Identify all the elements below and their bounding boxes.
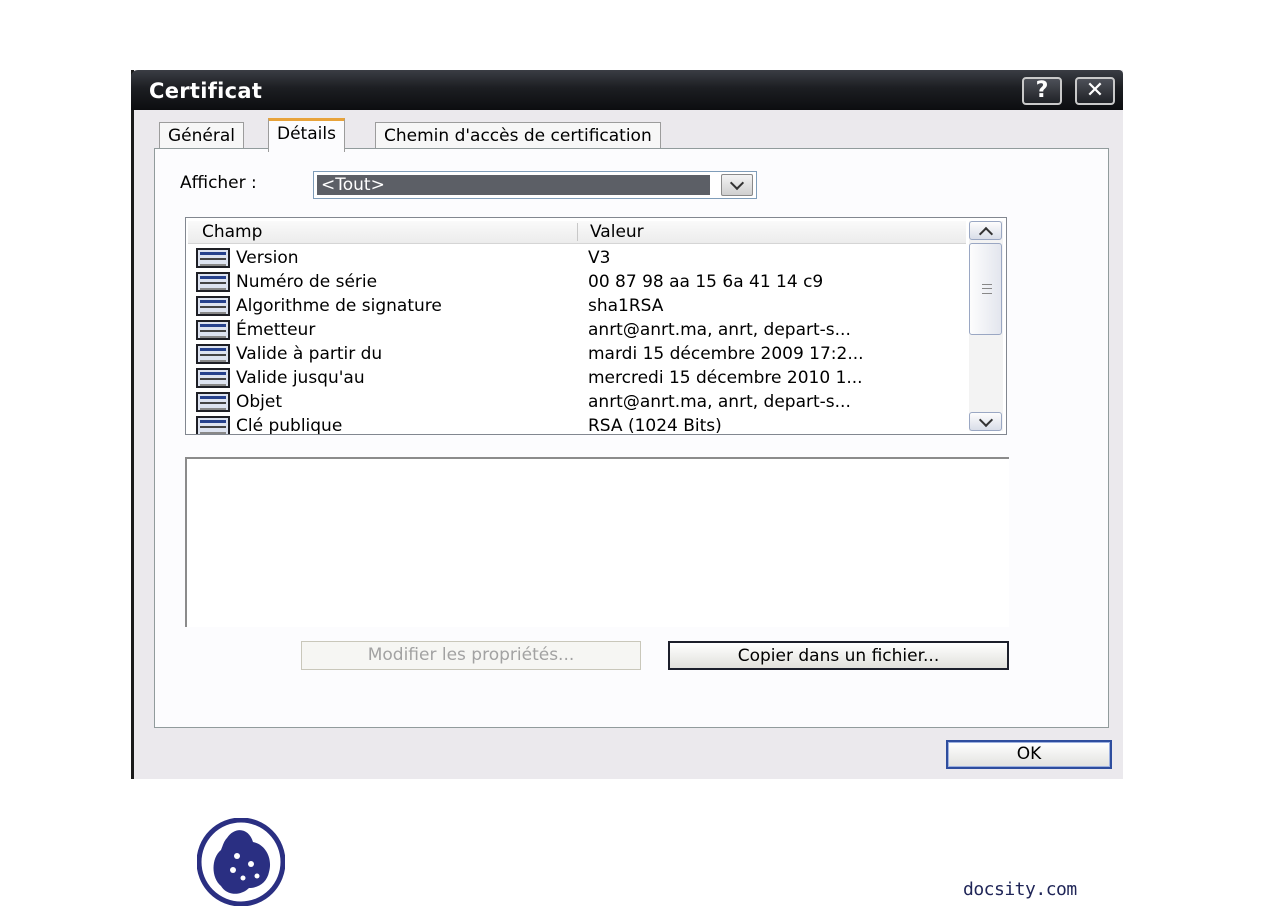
field-name: Version	[236, 248, 299, 268]
docsity-brand: docsity.com	[963, 879, 1077, 900]
list-item[interactable]: Valide à partir du mardi 15 décembre 200…	[196, 342, 966, 366]
fields-list[interactable]: Champ Valeur Version V3 Numéro de série …	[185, 217, 1007, 435]
column-header-field[interactable]: Champ	[202, 221, 262, 243]
field-detail-text[interactable]	[185, 457, 1009, 627]
tab-general[interactable]: Général	[159, 122, 244, 149]
column-header-value[interactable]: Valeur	[590, 221, 644, 243]
edit-properties-button: Modifier les propriétés...	[301, 641, 641, 670]
scroll-up-button[interactable]	[969, 221, 1002, 241]
tab-details[interactable]: Détails	[268, 118, 345, 152]
list-item[interactable]: Algorithme de signature sha1RSA	[196, 294, 966, 318]
show-select[interactable]: <Tout>	[313, 171, 757, 199]
field-value: mardi 15 décembre 2009 17:2...	[588, 344, 864, 364]
show-select-value: <Tout>	[317, 175, 710, 195]
chevron-up-icon	[978, 226, 993, 241]
field-name: Objet	[236, 392, 283, 412]
certificate-dialog: Certificat ? ✕ Général Détails Chemin d'…	[131, 70, 1123, 779]
field-value: anrt@anrt.ma, anrt, depart-s...	[588, 392, 851, 412]
field-name: Émetteur	[236, 320, 316, 340]
title-bar[interactable]: Certificat ? ✕	[131, 70, 1123, 110]
tab-certification-path[interactable]: Chemin d'accès de certification	[375, 122, 661, 149]
grip-icon	[982, 284, 992, 294]
field-name: Numéro de série	[236, 272, 378, 292]
chevron-down-icon	[978, 412, 993, 427]
field-value: mercredi 15 décembre 2010 1...	[588, 368, 863, 388]
field-name: Clé publique	[236, 416, 343, 435]
ok-button[interactable]: OK	[946, 740, 1112, 769]
field-value: 00 87 98 aa 15 6a 41 14 c9	[588, 272, 824, 292]
field-name: Algorithme de signature	[236, 296, 442, 316]
list-item[interactable]: Objet anrt@anrt.ma, anrt, depart-s...	[196, 390, 966, 414]
list-item[interactable]: Numéro de série 00 87 98 aa 15 6a 41 14 …	[196, 270, 966, 294]
list-item[interactable]: Valide jusqu'au mercredi 15 décembre 201…	[196, 366, 966, 390]
certificate-field-icon	[196, 344, 230, 364]
dropdown-button[interactable]	[721, 174, 753, 196]
list-item[interactable]: Émetteur anrt@anrt.ma, anrt, depart-s...	[196, 318, 966, 342]
field-value: anrt@anrt.ma, anrt, depart-s...	[588, 320, 851, 340]
field-name: Valide jusqu'au	[236, 368, 365, 388]
certificate-field-icon	[196, 296, 230, 316]
scroll-down-button[interactable]	[969, 412, 1002, 431]
list-item[interactable]: Version V3	[196, 246, 966, 270]
close-button[interactable]: ✕	[1075, 77, 1115, 105]
field-name: Valide à partir du	[236, 344, 383, 364]
docsity-logo-icon	[197, 818, 285, 906]
column-separator[interactable]	[577, 223, 578, 241]
details-panel: Afficher : <Tout> Champ Valeur Version V…	[154, 148, 1109, 728]
window-title: Certificat	[149, 79, 263, 103]
list-header: Champ Valeur	[188, 221, 966, 244]
certificate-field-icon	[196, 368, 230, 388]
certificate-field-icon	[196, 392, 230, 412]
show-label: Afficher :	[180, 173, 257, 193]
help-button[interactable]: ?	[1022, 77, 1062, 105]
list-item[interactable]: Clé publique RSA (1024 Bits)	[196, 414, 966, 435]
chevron-down-icon	[729, 175, 745, 191]
certificate-field-icon	[196, 416, 230, 434]
vertical-scrollbar[interactable]	[969, 221, 1003, 431]
field-value: RSA (1024 Bits)	[588, 416, 722, 435]
certificate-field-icon	[196, 248, 230, 268]
field-value: sha1RSA	[588, 296, 664, 316]
scroll-thumb[interactable]	[969, 243, 1002, 335]
field-value: V3	[588, 248, 611, 268]
certificate-field-icon	[196, 320, 230, 340]
certificate-field-icon	[196, 272, 230, 292]
copy-to-file-button[interactable]: Copier dans un fichier...	[668, 641, 1009, 670]
